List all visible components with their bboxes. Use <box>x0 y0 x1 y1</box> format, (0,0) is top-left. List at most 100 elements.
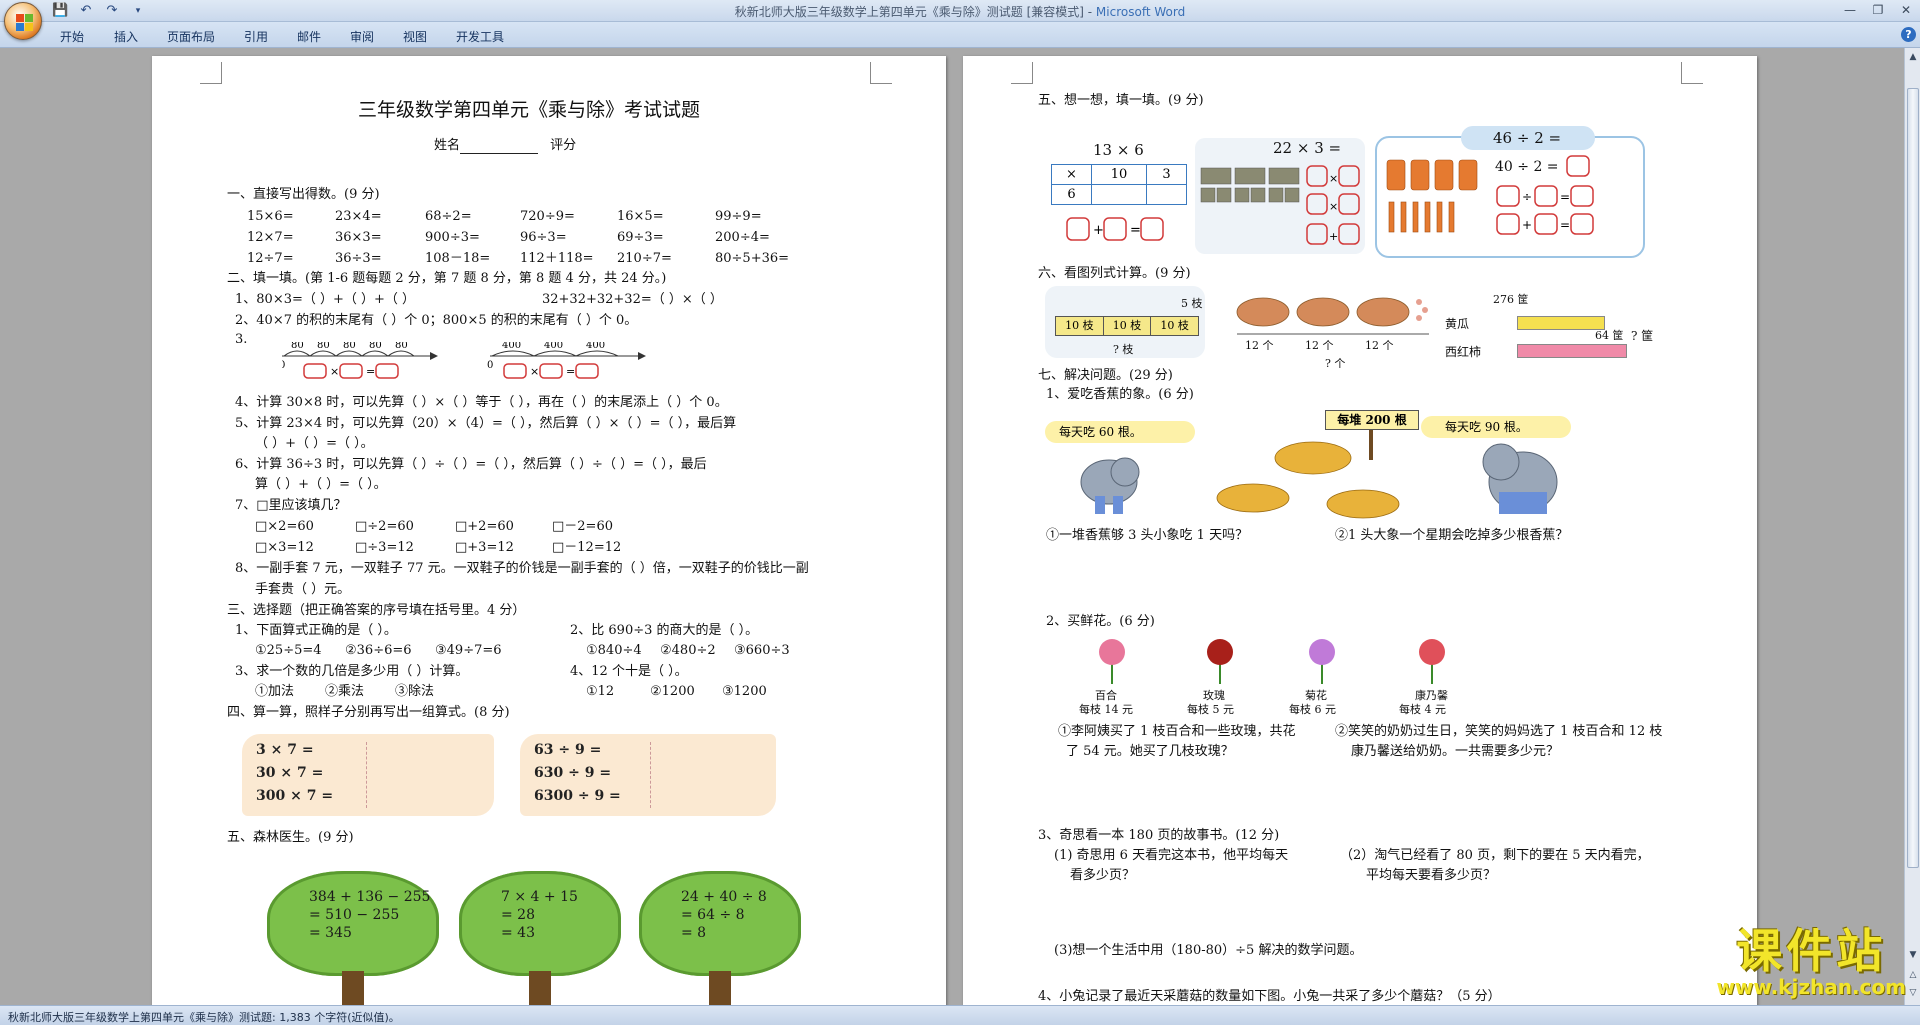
q8-line-1: 8、一副手套 7 元，一双鞋子 77 元。一双鞋子的价钱是一副手套的（ ）倍，一… <box>235 561 809 576</box>
minimize-icon[interactable]: — <box>1836 0 1864 20</box>
tree1-line-3: = 345 <box>309 925 352 941</box>
tree1-line-1: 384 + 136 − 255 <box>309 889 431 905</box>
prev-page-icon[interactable]: △ <box>1906 968 1920 982</box>
number-line-400: 0 400 400 400 × = <box>487 342 646 379</box>
tab-review[interactable]: 审阅 <box>350 28 374 45</box>
choice-3-opt-1: ①加法 <box>255 684 295 699</box>
document-title: 秋新北师大版三年级数学上第四单元《乘与除》测试题 [兼容模式] - <box>734 5 1096 19</box>
tree3-line-3: = 8 <box>681 925 707 941</box>
choice-2: 2、比 690÷3 的商大的是（ ）。 <box>570 623 759 638</box>
calc-item: 108－18= <box>425 251 491 266</box>
calc-item: 16×5= <box>617 209 664 224</box>
g1-cell-3: 10 枝 <box>1160 319 1189 332</box>
tab-home[interactable]: 开始 <box>60 28 84 45</box>
scroll-thumb[interactable] <box>1907 88 1919 868</box>
svg-text:=: = <box>366 365 375 378</box>
num2-label-2: 400 <box>586 342 605 351</box>
next-page-icon[interactable]: ▽ <box>1906 986 1920 1000</box>
big-elephant-icon <box>1482 443 1558 514</box>
scroll-down-icon[interactable]: ▼ <box>1906 948 1920 962</box>
p2-heading: 2、买鲜花。(6 分) <box>1046 614 1155 629</box>
calc-item: 68÷2= <box>425 209 472 224</box>
tab-page-layout[interactable]: 页面布局 <box>167 28 215 45</box>
q7-item: □×2=60 <box>255 519 314 534</box>
flower-price: 每枝 6 元 <box>1289 703 1336 716</box>
tab-view[interactable]: 视图 <box>403 28 427 45</box>
p2-q2-line-2: 康乃馨送给奶奶。一共需要多少元？ <box>1351 744 1560 759</box>
choice-2-opt-2: ②480÷2 <box>660 643 716 658</box>
svg-text:=: = <box>566 365 575 378</box>
choice-1-opt-2: ②36÷6=6 <box>345 643 412 658</box>
num1-label-3: 80 <box>369 342 382 351</box>
document-workspace[interactable]: 三年级数学第四单元《乘与除》考试试题 姓名 评分 一、直接写出得数。(9 分) … <box>0 48 1904 1005</box>
undo-icon[interactable]: ↶ <box>78 3 94 19</box>
tab-references[interactable]: 引用 <box>244 28 268 45</box>
crop-mark <box>870 62 892 84</box>
q7-item: □－2=60 <box>552 519 613 534</box>
q1-part-b: 32+32+32+32=（ ）×（ ） <box>542 292 723 307</box>
f1-cell[interactable] <box>1146 184 1187 205</box>
p3-q2-line-1: （2）淘气已经看了 80 页，剩下的要在 5 天内看完， <box>1340 848 1650 863</box>
p1-q1: ①一堆香蕉够 3 头小象吃 1 天吗？ <box>1046 528 1249 543</box>
customize-qat-icon[interactable]: ▾ <box>130 3 146 19</box>
p3-heading: 3、奇思看一本 180 页的故事书。(12 分) <box>1038 828 1280 843</box>
sign-board: 每堆 200 根 <box>1325 410 1419 430</box>
svg-text:+: + <box>1093 223 1104 238</box>
q4: 4、计算 30×8 时，可以先算（ ）×（ ）等于（ ），再在（ ）的末尾添上（… <box>235 395 728 410</box>
tree-1: 384 + 136 − 255 = 510 − 255 = 345 <box>267 871 439 1005</box>
title-bar: 💾 ↶ ↷ ▾ 秋新北师大版三年级数学上第四单元《乘与除》测试题 [兼容模式] … <box>0 0 1920 22</box>
card2-line-2: 630 ÷ 9 = <box>534 765 612 781</box>
choice-4: 4、12 个十是（ ）。 <box>570 664 688 679</box>
name-row: 姓名 评分 <box>434 138 576 154</box>
calc-item: 36÷3= <box>335 251 382 266</box>
f1-cell: 10 <box>1091 164 1147 185</box>
tab-developer[interactable]: 开发工具 <box>456 28 504 45</box>
page-2[interactable]: 五、想一想，填一填。(9 分) 13 × 6 × 10 3 6 + = 22 ×… <box>963 56 1757 1005</box>
calc-item: 900÷3= <box>425 230 480 245</box>
calc-item: 15×6= <box>247 209 294 224</box>
vertical-scrollbar[interactable]: ▲ ▼ △ ▽ <box>1904 48 1920 1005</box>
window-title: 秋新北师大版三年级数学上第四单元《乘与除》测试题 [兼容模式] - Micros… <box>0 3 1920 20</box>
section-4-heading: 四、算一算，照样子分别再写出一组算式。(8 分) <box>227 705 510 720</box>
section-3-heading: 三、选择题（把正确答案的序号填在括号里。4 分） <box>227 603 526 618</box>
p3-q3: (3)想一个生活中用（180-80）÷5 解决的数学问题。 <box>1054 943 1363 958</box>
r-section-5-heading: 五、想一想，填一填。(9 分) <box>1038 93 1204 108</box>
help-icon[interactable]: ? <box>1901 27 1916 42</box>
restore-icon[interactable]: ❐ <box>1864 0 1892 20</box>
g2-baskets <box>1236 297 1429 335</box>
svg-text:=: = <box>1130 223 1141 238</box>
card1-line-3: 300 × 7 = <box>256 788 334 804</box>
calc-item: 112＋118= <box>520 251 594 266</box>
tab-insert[interactable]: 插入 <box>114 28 138 45</box>
save-icon[interactable]: 💾 <box>52 3 68 19</box>
calc-item: 69÷3= <box>617 230 664 245</box>
g1-bar: 10 枝 10 枝 10 枝 <box>1055 316 1199 336</box>
choice-3-opt-2: ②乘法 <box>325 684 365 699</box>
g3-bar-1 <box>1517 316 1605 330</box>
g2-label-3: 12 个 <box>1365 339 1394 352</box>
section-2-heading: 二、填一填。(第 1-6 题每题 2 分，第 7 题 8 分，第 8 题 4 分… <box>227 271 667 286</box>
choice-1: 1、下面算式正确的是（ ）。 <box>235 623 397 638</box>
scroll-up-icon[interactable]: ▲ <box>1906 50 1920 64</box>
score-label: 评分 <box>550 138 577 153</box>
section-1-heading: 一、直接写出得数。(9 分) <box>227 187 380 202</box>
svg-text:=: = <box>1560 190 1570 204</box>
page-1[interactable]: 三年级数学第四单元《乘与除》考试试题 姓名 评分 一、直接写出得数。(9 分) … <box>152 56 946 1005</box>
svg-text:×: × <box>530 365 539 378</box>
f1-cell[interactable] <box>1091 184 1147 205</box>
tab-mailings[interactable]: 邮件 <box>297 28 321 45</box>
section-5-heading: 五、森林医生。(9 分) <box>227 830 354 845</box>
card2-line-1: 63 ÷ 9 = <box>534 742 602 758</box>
close-icon[interactable]: ✕ <box>1892 0 1920 20</box>
calc-item: 200÷4= <box>715 230 770 245</box>
name-blank[interactable] <box>460 140 539 154</box>
app-name: Microsoft Word <box>1095 5 1186 19</box>
svg-text:+: + <box>1522 218 1532 232</box>
g2-label-1: 12 个 <box>1245 339 1274 352</box>
choice-2-opt-3: ③660÷3 <box>734 643 790 658</box>
redo-icon[interactable]: ↷ <box>104 3 120 19</box>
calc-item: 12×7= <box>247 230 294 245</box>
ribbon-tabs: 开始 插入 页面布局 引用 邮件 审阅 视图 开发工具 ? <box>0 22 1920 48</box>
office-button[interactable] <box>4 2 42 40</box>
f2-figure: × × + <box>1200 165 1360 245</box>
